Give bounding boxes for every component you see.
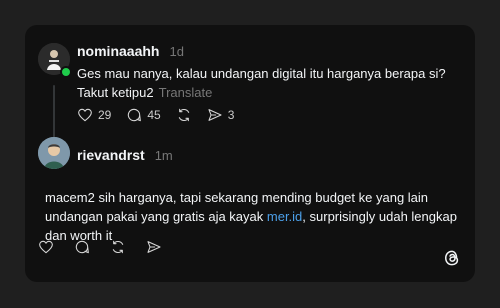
avatar-person-icon	[38, 137, 70, 169]
thread-card: nominaaahh 1d Ges mau nanya, kalau undan…	[25, 25, 475, 282]
reply-time: 1m	[154, 148, 173, 163]
send-icon	[208, 109, 222, 121]
online-status-dot	[60, 66, 72, 78]
post-text: Ges mau nanya, kalau undangan digital it…	[77, 64, 457, 102]
reply-comment-button[interactable]	[74, 239, 90, 255]
send-icon	[147, 241, 161, 253]
reply-username[interactable]: rievandrst	[77, 147, 145, 163]
like-count: 29	[98, 108, 112, 122]
reply-link[interactable]: mer.id	[267, 209, 302, 224]
repost-icon	[112, 240, 124, 254]
reply-text: macem2 sih harganya, tapi sekarang mendi…	[45, 188, 465, 245]
post-username[interactable]: nominaaahh	[77, 43, 159, 59]
post-header: nominaaahh 1d	[77, 43, 184, 59]
like-button[interactable]: 29	[77, 107, 111, 123]
reply-avatar[interactable]	[38, 137, 70, 169]
comment-icon	[128, 108, 142, 122]
thread-connector-line	[53, 85, 55, 143]
share-button[interactable]: 3	[207, 107, 235, 123]
reply-header: rievandrst 1m	[77, 147, 173, 163]
share-count: 3	[227, 108, 235, 122]
heart-icon	[39, 240, 53, 254]
heart-icon	[78, 108, 92, 122]
comment-button[interactable]: 45	[126, 107, 161, 123]
reply-share-button[interactable]	[146, 239, 162, 255]
reply-actions	[38, 239, 162, 255]
reply-repost-button[interactable]	[110, 239, 126, 255]
post-time: 1d	[169, 44, 184, 59]
comment-icon	[75, 240, 89, 254]
repost-icon	[178, 108, 189, 122]
post-actions: 29 45 3	[77, 107, 234, 123]
repost-button[interactable]	[176, 107, 192, 123]
screenshot-canvas: nominaaahh 1d Ges mau nanya, kalau undan…	[0, 0, 500, 308]
post-body: Ges mau nanya, kalau undangan digital it…	[77, 66, 446, 100]
reply-like-button[interactable]	[38, 239, 54, 255]
threads-logo-icon	[444, 250, 459, 266]
comment-count: 45	[147, 108, 161, 122]
translate-link[interactable]: Translate	[159, 85, 213, 100]
